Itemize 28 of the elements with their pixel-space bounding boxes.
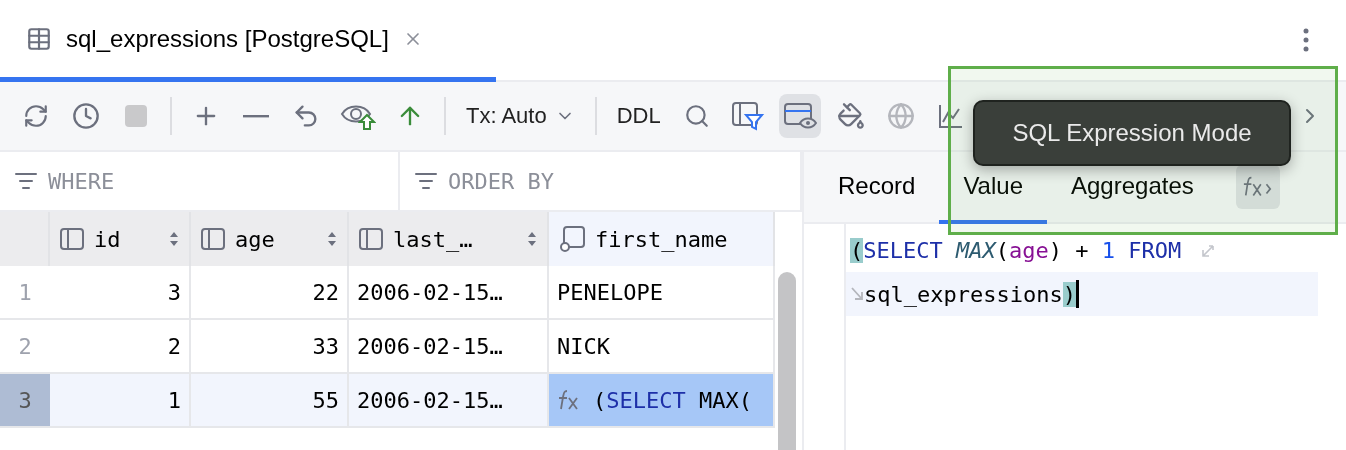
table-cell: 22 <box>191 266 349 320</box>
table-cell: 2006-02-15… <box>349 374 549 428</box>
table-cell: 2 <box>50 320 191 374</box>
table-cell: 1 <box>50 374 191 428</box>
column-header[interactable]: first_name <box>549 212 775 266</box>
table-cell: 3 <box>50 266 191 320</box>
table-cell: 2006-02-15… <box>349 320 549 374</box>
transaction-dropdown[interactable]: Tx: Auto <box>460 94 581 138</box>
column-name: first_name <box>595 226 729 252</box>
column-header[interactable]: last_… <box>349 212 549 266</box>
panel-tab[interactable]: Record <box>814 152 940 224</box>
column-name: age <box>235 226 276 252</box>
table-cell: NICK <box>549 320 775 374</box>
column-header[interactable]: id <box>50 212 191 266</box>
tooltip: SQL Expression Mode <box>973 100 1291 166</box>
table-cell: 33 <box>191 320 349 374</box>
column-name: id <box>94 226 122 252</box>
code-line: (SELECT MAX(age) + 1 FROM <box>850 237 1182 263</box>
row-number[interactable]: 3 <box>0 374 50 428</box>
code-line: sql_expressions) <box>864 281 1076 307</box>
ddl-button[interactable]: DDL <box>610 94 667 138</box>
table-cell: 2006-02-15… <box>349 266 549 320</box>
column-name: last_… <box>393 226 474 252</box>
column-header[interactable]: age <box>191 212 349 266</box>
expression-text: (SELECT MAX( <box>593 387 752 413</box>
tab-title: sql_expressions [PostgreSQL] <box>66 24 389 53</box>
table-cell: 55 <box>191 374 349 428</box>
table-cell: PENELOPE <box>549 266 775 320</box>
